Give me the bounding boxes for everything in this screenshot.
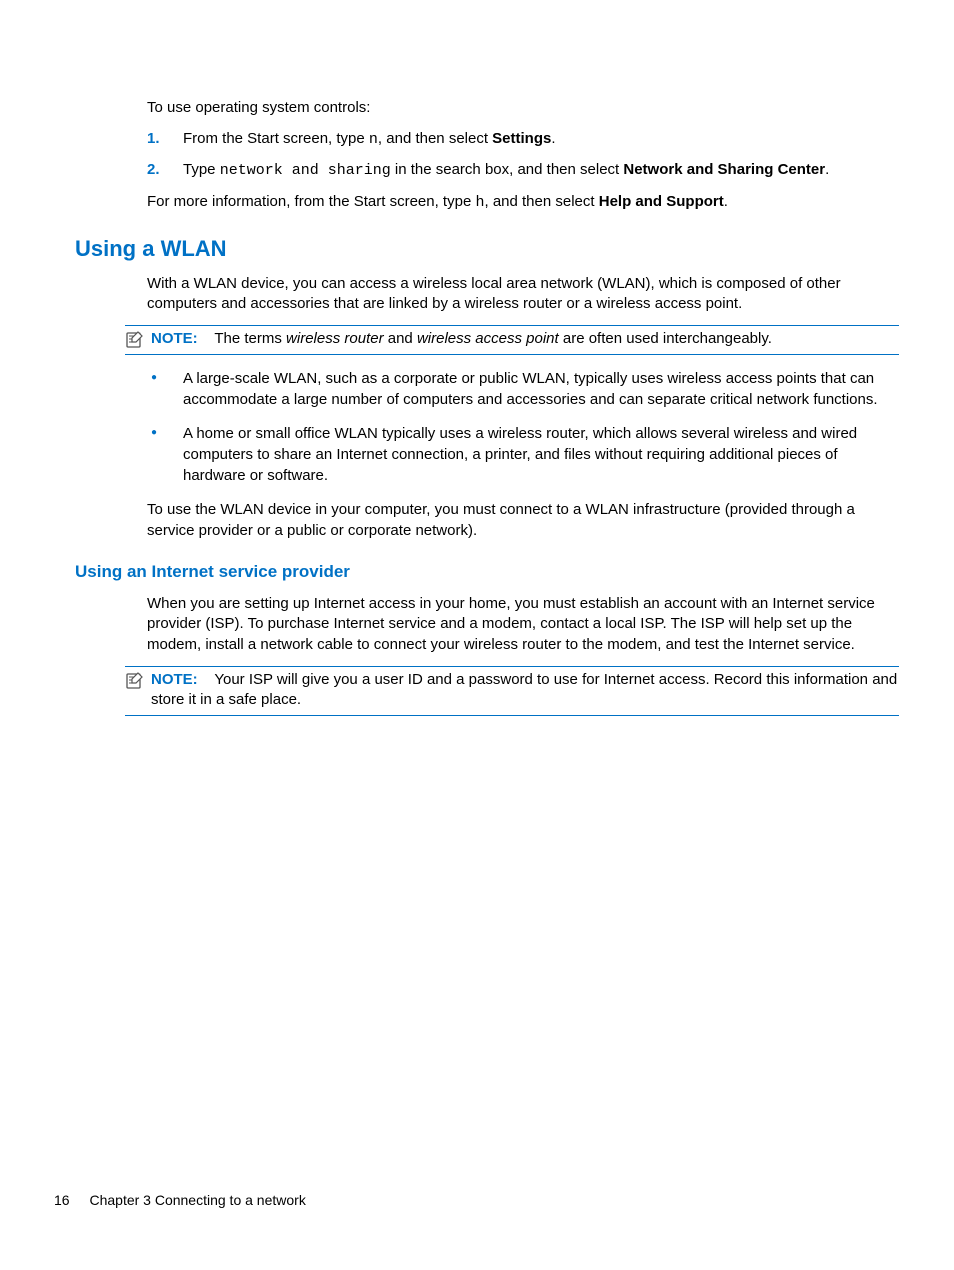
content-area: To use operating system controls: 1. Fro… <box>75 98 899 730</box>
step-text: Type network and sharing in the search b… <box>183 161 829 178</box>
note-inner: NOTE: The terms wireless router and wire… <box>125 329 899 350</box>
footer: 16 Chapter 3 Connecting to a network <box>54 1192 306 1208</box>
intro-section: To use operating system controls: 1. Fro… <box>147 98 899 214</box>
wlan-bullets-section: A large-scale WLAN, such as a corporate … <box>147 369 899 542</box>
list-item: A home or small office WLAN typically us… <box>147 424 899 486</box>
heading-isp: Using an Internet service provider <box>75 562 899 582</box>
step-number: 1. <box>147 129 160 150</box>
intro-lead: To use operating system controls: <box>147 98 899 119</box>
step-1: 1. From the Start screen, type n, and th… <box>147 129 899 151</box>
step-text: From the Start screen, type n, and then … <box>183 130 556 147</box>
note-label: NOTE: <box>151 330 198 347</box>
page-number: 16 <box>54 1192 70 1208</box>
wlan-p2: To use the WLAN device in your computer,… <box>147 500 899 541</box>
note-icon <box>125 671 145 691</box>
page: To use operating system controls: 1. Fro… <box>0 0 954 1270</box>
note-block: NOTE: The terms wireless router and wire… <box>125 325 899 355</box>
isp-p1: When you are setting up Internet access … <box>147 594 899 656</box>
step-2: 2. Type network and sharing in the searc… <box>147 160 899 182</box>
chapter-title: Chapter 3 Connecting to a network <box>89 1192 305 1208</box>
isp-section: When you are setting up Internet access … <box>147 594 899 656</box>
heading-using-wlan: Using a WLAN <box>75 236 899 262</box>
note-text: The terms wireless router and wireless a… <box>202 330 772 347</box>
note-label: NOTE: <box>151 671 198 688</box>
note-text: Your ISP will give you a user ID and a p… <box>151 671 897 709</box>
wlan-bullets: A large-scale WLAN, such as a corporate … <box>147 369 899 486</box>
wlan-p1: With a WLAN device, you can access a wir… <box>147 274 899 315</box>
note-icon <box>125 330 145 350</box>
steps-list: 1. From the Start screen, type n, and th… <box>147 129 899 182</box>
note-block: NOTE: Your ISP will give you a user ID a… <box>125 666 899 716</box>
list-item: A large-scale WLAN, such as a corporate … <box>147 369 899 410</box>
wlan-section: With a WLAN device, you can access a wir… <box>147 274 899 315</box>
more-info: For more information, from the Start scr… <box>147 192 899 214</box>
step-number: 2. <box>147 160 160 181</box>
note-inner: NOTE: Your ISP will give you a user ID a… <box>125 670 899 711</box>
